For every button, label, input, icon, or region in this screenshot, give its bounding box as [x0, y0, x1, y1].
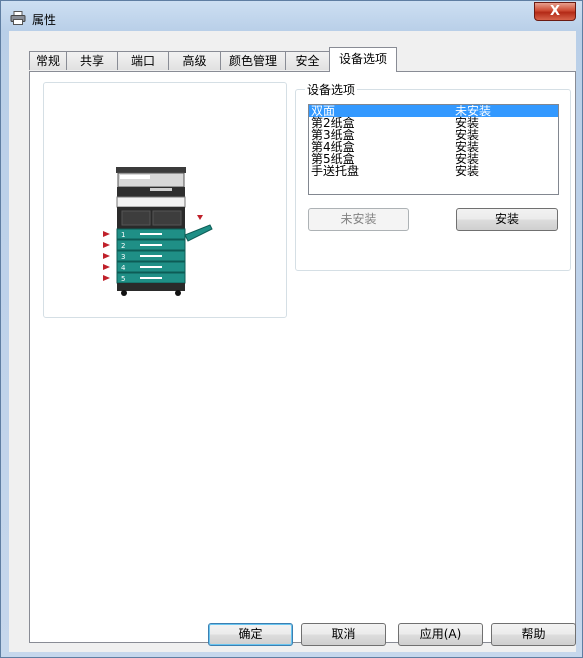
- tab-device-options[interactable]: 设备选项: [329, 47, 397, 72]
- tray-number-5: 5: [121, 275, 125, 283]
- arrow-tray-5: [103, 275, 110, 281]
- list-item-bypass-tray[interactable]: 手送托盘 安装: [309, 165, 558, 177]
- arrow-tray-1: [103, 231, 110, 237]
- not-installed-button[interactable]: 未安装: [308, 208, 409, 231]
- tab-ports[interactable]: 端口: [117, 51, 169, 70]
- ok-button[interactable]: 确定: [208, 623, 293, 646]
- arrow-tray-2: [103, 242, 110, 248]
- printer-icon: [10, 11, 26, 25]
- printer-preview: 1 2 3 4 5: [43, 82, 287, 318]
- device-options-panel: 1 2 3 4 5 设备选项 双面 未安装 第2纸盒 安装 第3纸盒 安装 第4…: [29, 71, 576, 643]
- tray-number-3: 3: [121, 253, 125, 261]
- tab-security[interactable]: 安全: [285, 51, 330, 70]
- dialog-client-area: 常规 共享 端口 高级 颜色管理 安全 设备选项 1 2 3 4 5 设备选项 …: [9, 31, 576, 652]
- tab-general[interactable]: 常规: [29, 51, 67, 70]
- apply-button[interactable]: 应用(A): [398, 623, 483, 646]
- tab-color-management[interactable]: 颜色管理: [220, 51, 286, 70]
- title-bar: 属性 X: [1, 1, 582, 33]
- tab-sharing[interactable]: 共享: [66, 51, 118, 70]
- close-button[interactable]: X: [534, 2, 576, 21]
- properties-dialog: 属性 X 常规 共享 端口 高级 颜色管理 安全 设备选项 1 2 3 4 5 …: [0, 0, 583, 658]
- arrow-tray-4: [103, 264, 110, 270]
- arrow-tray-3: [103, 253, 110, 259]
- tray-number-4: 4: [121, 264, 126, 272]
- cancel-button[interactable]: 取消: [301, 623, 386, 646]
- help-button[interactable]: 帮助: [491, 623, 576, 646]
- device-options-group: 设备选项 双面 未安装 第2纸盒 安装 第3纸盒 安装 第4纸盒 安装 第5纸盒…: [295, 81, 571, 271]
- window-title: 属性: [32, 13, 57, 27]
- options-listbox[interactable]: 双面 未安装 第2纸盒 安装 第3纸盒 安装 第4纸盒 安装 第5纸盒 安装 手…: [308, 104, 559, 195]
- arrow-bypass: [197, 215, 203, 220]
- tab-advanced[interactable]: 高级: [168, 51, 221, 70]
- install-button[interactable]: 安装: [456, 208, 558, 231]
- printer-illustration: 1 2 3 4 5: [100, 161, 224, 304]
- tray-number-2: 2: [121, 242, 125, 250]
- tray-number-1: 1: [121, 231, 125, 239]
- group-title: 设备选项: [305, 81, 358, 98]
